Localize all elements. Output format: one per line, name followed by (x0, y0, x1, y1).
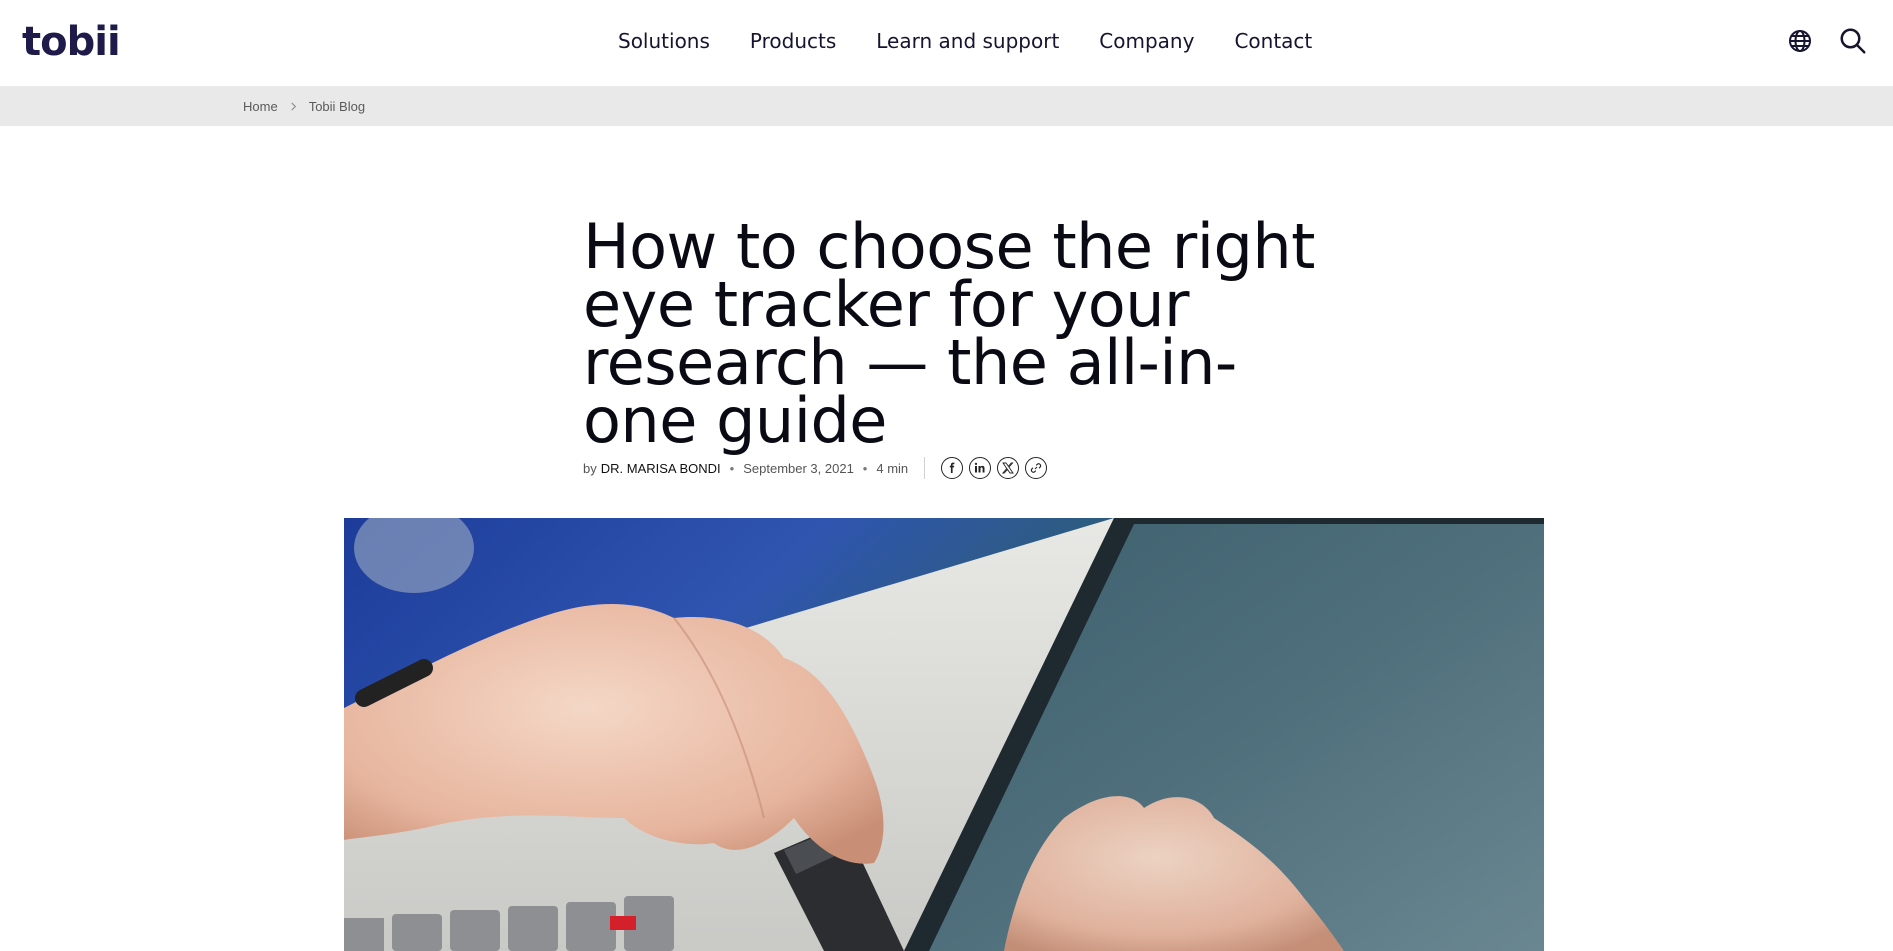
globe-icon[interactable] (1785, 26, 1815, 56)
breadcrumb: Home Tobii Blog (243, 86, 365, 126)
author-link[interactable]: DR. MARISA BONDI (601, 461, 721, 476)
search-icon[interactable] (1838, 26, 1868, 56)
link-icon[interactable] (1025, 457, 1048, 479)
nav-item-products[interactable]: Products (750, 26, 836, 56)
facebook-icon[interactable] (941, 457, 964, 479)
read-time: 4 min (876, 460, 909, 476)
meta-separator: • (862, 460, 868, 476)
nav-item-contact[interactable]: Contact (1234, 26, 1312, 56)
main-nav: Solutions Products Learn and support Com… (618, 26, 1312, 56)
hero-image (344, 518, 1544, 951)
tobii-logo[interactable]: tobii (22, 18, 121, 66)
breadcrumb-tobii-blog[interactable]: Tobii Blog (309, 99, 365, 114)
meta-separator: • (729, 460, 735, 476)
x-icon[interactable] (997, 457, 1020, 479)
breadcrumb-home[interactable]: Home (243, 99, 278, 114)
article-title: How to choose the right eye tracker for … (583, 210, 1315, 457)
meta-divider (924, 457, 926, 479)
publish-date: September 3, 2021 (743, 460, 854, 476)
breadcrumb-bar: Home Tobii Blog (0, 86, 1893, 126)
site-header: tobii Solutions Products Learn and suppo… (0, 0, 1893, 86)
nav-item-learn-and-support[interactable]: Learn and support (876, 26, 1059, 56)
byline-prefix: by (583, 460, 597, 476)
chevron-right-icon (289, 99, 298, 114)
nav-item-solutions[interactable]: Solutions (618, 26, 710, 56)
linkedin-icon[interactable] (969, 457, 992, 479)
article-meta: by DR. MARISA BONDI • September 3, 2021 … (583, 456, 1053, 480)
nav-item-company[interactable]: Company (1099, 26, 1194, 56)
